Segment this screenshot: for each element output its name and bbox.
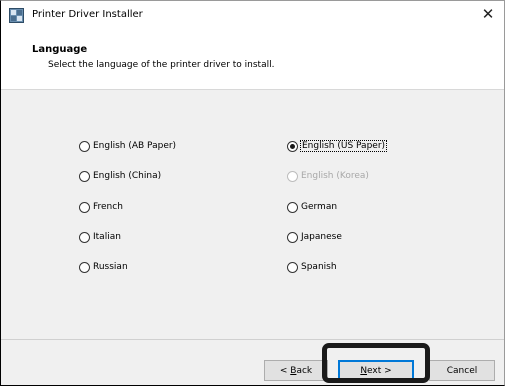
radio-label: Spanish bbox=[301, 262, 337, 272]
radio-japanese[interactable]: Japanese bbox=[287, 230, 342, 244]
page-title: Language bbox=[32, 44, 88, 55]
radio-label: English (China) bbox=[93, 171, 162, 181]
radio-english-us-paper[interactable]: English (US Paper) bbox=[287, 139, 388, 153]
radio-german[interactable]: German bbox=[287, 200, 337, 214]
radio-french[interactable]: French bbox=[79, 200, 123, 214]
radio-english-korea: English (Korea) bbox=[287, 169, 369, 183]
window-title: Printer Driver Installer bbox=[32, 9, 143, 20]
radio-button-icon bbox=[287, 231, 298, 243]
radio-label: Japanese bbox=[301, 232, 342, 242]
page-description: Select the language of the printer drive… bbox=[48, 60, 275, 70]
cancel-button[interactable]: Cancel bbox=[429, 360, 495, 381]
title-bar: Printer Driver Installer ✕ bbox=[1, 1, 504, 29]
radio-button-icon bbox=[79, 170, 90, 182]
radio-label: French bbox=[93, 202, 123, 212]
radio-button-icon bbox=[287, 261, 298, 273]
radio-button-selected-icon bbox=[287, 140, 298, 152]
close-icon[interactable]: ✕ bbox=[478, 4, 498, 24]
radio-button-icon bbox=[79, 201, 90, 213]
radio-label: Italian bbox=[93, 232, 121, 242]
wizard-header: Language Select the language of the prin… bbox=[1, 29, 504, 90]
installer-window: Printer Driver Installer ✕ Language Sele… bbox=[0, 0, 505, 386]
radio-button-icon bbox=[79, 231, 90, 243]
radio-label: Russian bbox=[93, 262, 128, 272]
back-button-label: ack bbox=[296, 366, 313, 376]
radio-label: English (US Paper) bbox=[299, 140, 388, 152]
back-button-prefix: < bbox=[279, 366, 291, 376]
radio-label: English (AB Paper) bbox=[93, 141, 177, 151]
next-button-highlight bbox=[322, 343, 430, 383]
radio-russian[interactable]: Russian bbox=[79, 260, 128, 274]
radio-button-icon bbox=[79, 140, 90, 152]
footer-divider bbox=[1, 339, 504, 340]
radio-spanish[interactable]: Spanish bbox=[287, 260, 337, 274]
radio-button-icon bbox=[287, 201, 298, 213]
radio-label: English (Korea) bbox=[301, 171, 369, 181]
radio-label: German bbox=[301, 202, 338, 212]
back-button[interactable]: < Back bbox=[264, 360, 328, 381]
language-options-panel: English (AB Paper) English (US Paper) En… bbox=[1, 90, 504, 339]
radio-english-china[interactable]: English (China) bbox=[79, 169, 161, 183]
radio-button-icon bbox=[79, 261, 90, 273]
radio-italian[interactable]: Italian bbox=[79, 230, 121, 244]
radio-button-icon bbox=[287, 170, 298, 182]
radio-english-ab-paper[interactable]: English (AB Paper) bbox=[79, 139, 176, 153]
installer-app-icon bbox=[9, 8, 24, 23]
